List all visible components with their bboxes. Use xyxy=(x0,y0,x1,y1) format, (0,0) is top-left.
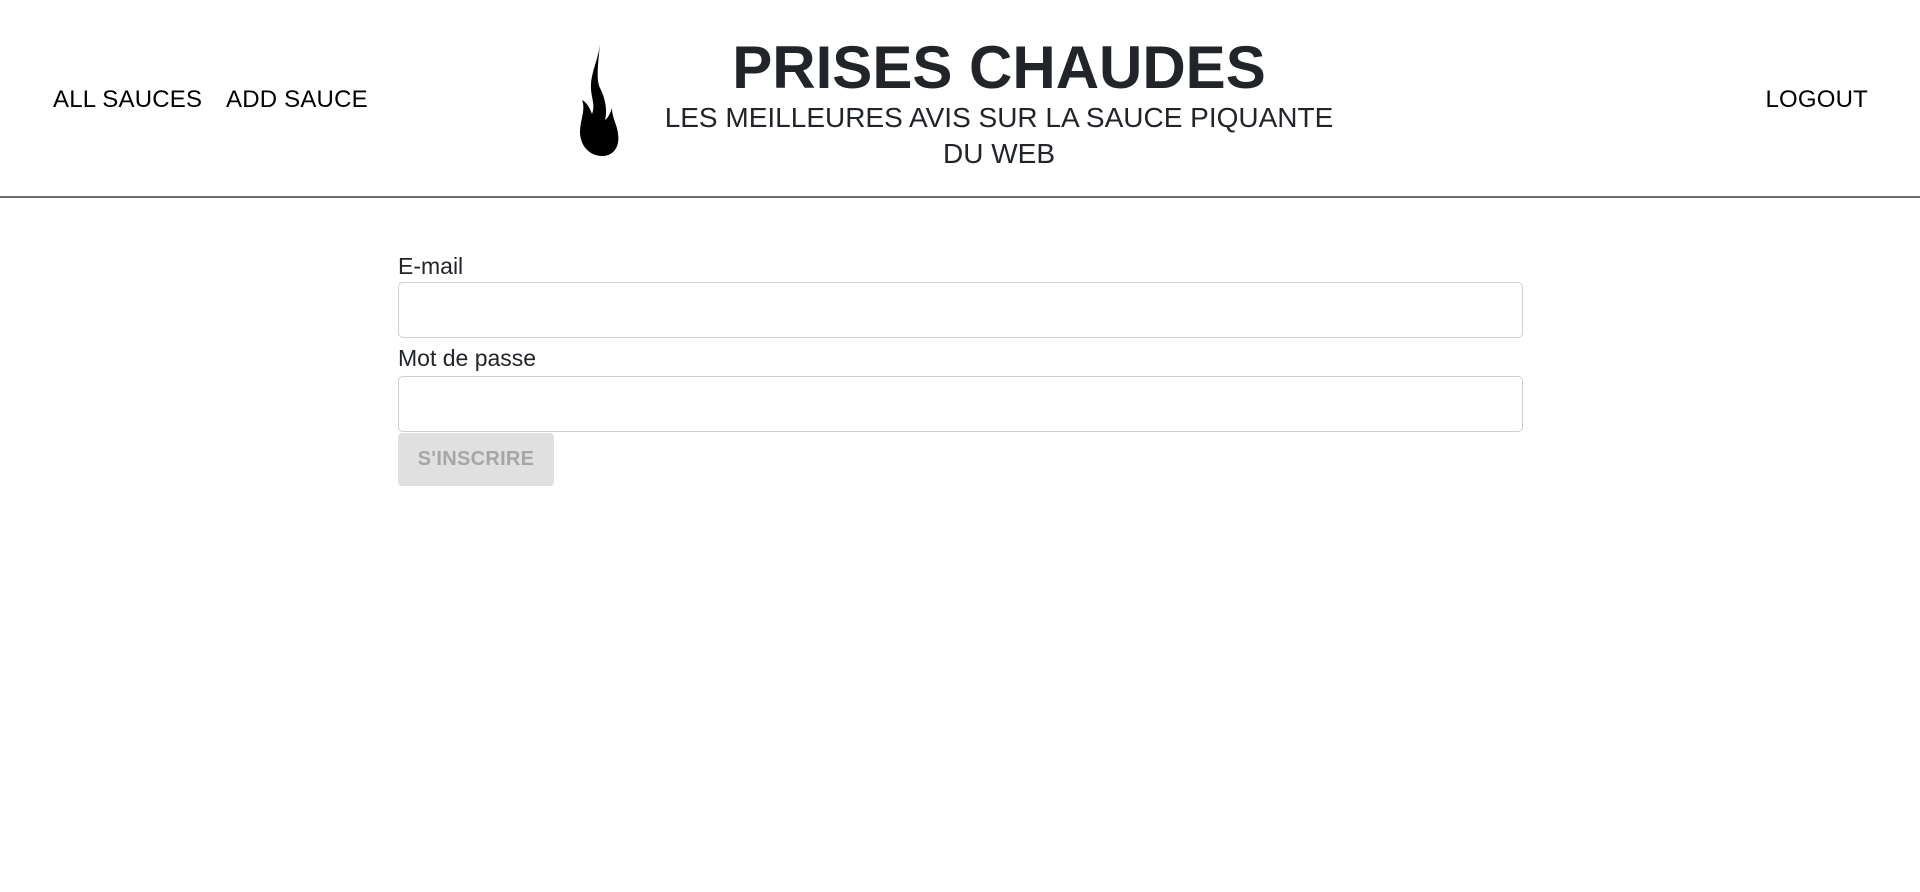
password-label: Mot de passe xyxy=(398,345,537,371)
logout-link[interactable]: LOGOUT xyxy=(1765,86,1868,114)
site-title: PRISES CHAUDES xyxy=(732,34,1266,101)
nav-link-add-sauce[interactable]: ADD SAUCE xyxy=(226,86,368,114)
signup-form: E-mail Mot de passe S'INSCRIRE xyxy=(398,252,1523,486)
site-subtitle: LES MEILLEURES AVIS SUR LA SAUCE PIQUANT… xyxy=(664,102,1334,169)
password-field[interactable] xyxy=(398,376,1523,432)
email-field[interactable] xyxy=(398,282,1523,338)
header: ALL SAUCES ADD SAUCE PRISES CHAUDES LES … xyxy=(0,0,1920,198)
flame-icon xyxy=(580,44,619,156)
nav-link-all-sauces[interactable]: ALL SAUCES xyxy=(53,86,202,114)
email-label: E-mail xyxy=(398,253,464,279)
signup-button[interactable]: S'INSCRIRE xyxy=(398,433,554,486)
